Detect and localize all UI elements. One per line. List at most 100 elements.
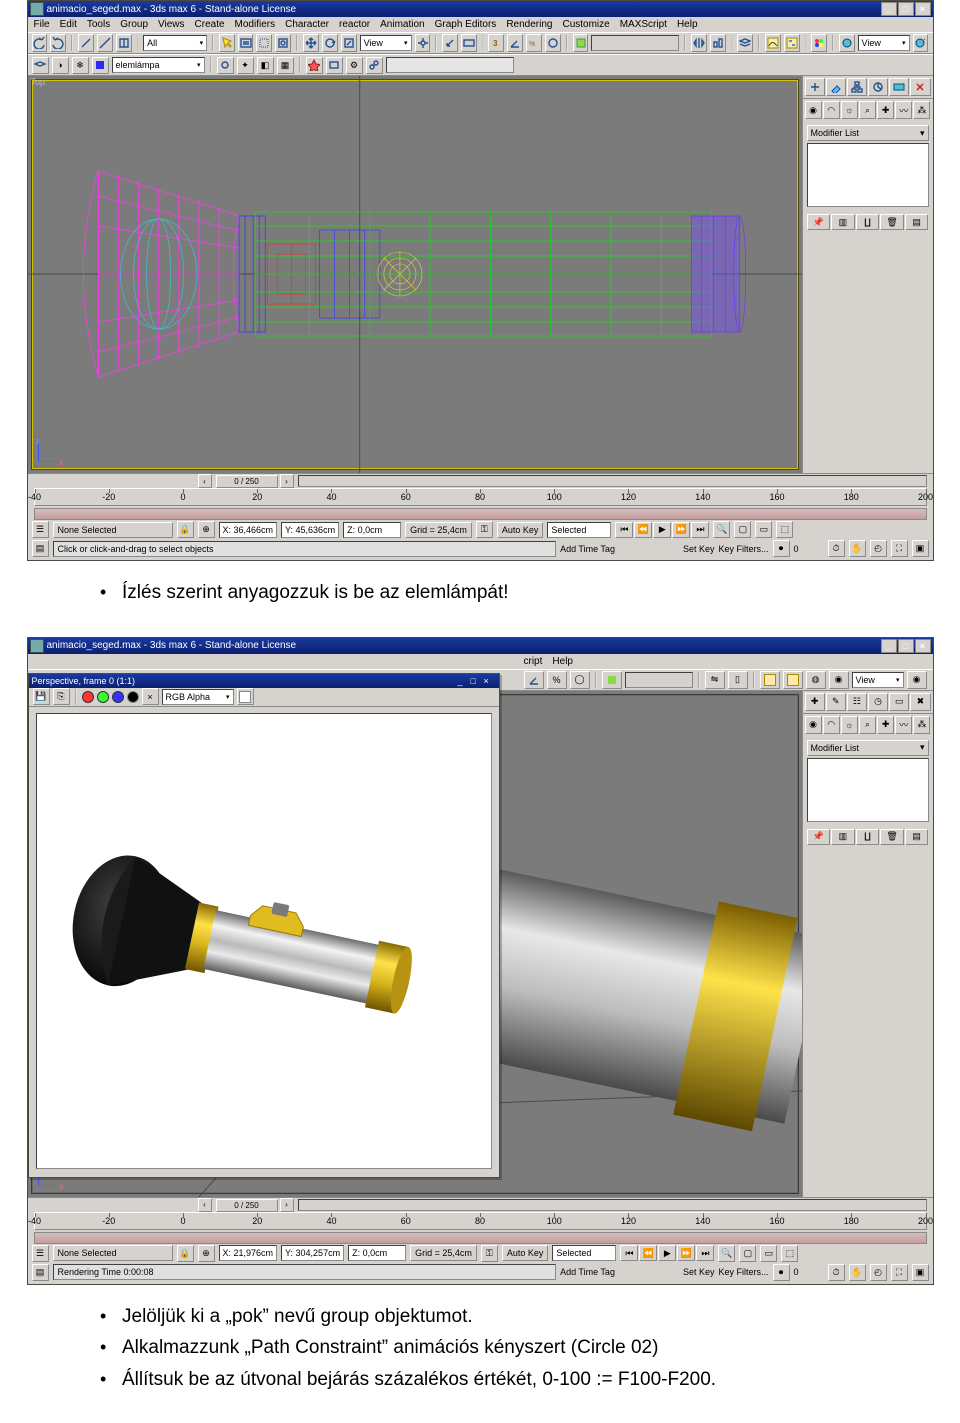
menu-maxscript[interactable]: MAXScript [620,19,667,30]
sub-space-icon[interactable]: 〰 [895,716,912,734]
material-editor-icon[interactable] [811,34,827,52]
selection-set-dropdown[interactable]: All▾ [143,35,207,51]
time-ruler-2[interactable]: -40-20020406080100120140160180200 [34,1212,927,1230]
nav-arc-icon[interactable]: ◴ [870,1264,887,1281]
reactor-tool3-icon[interactable]: ◧ [257,57,274,74]
reactor-tool4-icon[interactable]: ▦ [277,57,294,74]
sub-light-icon[interactable]: ☼ [841,101,858,119]
material-editor-icon[interactable]: ◍ [806,671,826,689]
tab-utilities-icon[interactable]: ✖ [910,693,930,711]
mirror-icon[interactable] [691,34,707,52]
manipulate-icon[interactable] [442,34,458,52]
channel-r-icon[interactable] [82,691,94,703]
curve-editor-icon[interactable] [760,671,780,689]
remove-mod-icon[interactable]: 🗑 [880,214,904,230]
next-frame-button[interactable]: › [280,1198,294,1212]
next-key-icon[interactable]: ⏩ [677,1245,695,1261]
channel-b-icon[interactable] [112,691,124,703]
tab-modify-icon[interactable] [826,78,846,96]
render-scene-icon[interactable]: ◉ [829,671,849,689]
maximize-button[interactable]: □ [898,639,914,653]
tab-hierarchy-icon[interactable] [847,78,867,96]
track-bar[interactable] [34,508,927,520]
menu-views[interactable]: Views [158,19,185,30]
next-frame-button[interactable]: › [280,474,294,488]
undo-icon[interactable] [32,34,48,52]
sub-system-icon[interactable]: ⁂ [913,101,930,119]
make-unique-icon[interactable]: ∐ [856,214,880,230]
sub-primitive-icon[interactable]: ◉ [805,101,822,119]
modifier-stack-list[interactable] [807,143,929,207]
menu-animation[interactable]: Animation [380,19,424,30]
sub-shape-icon[interactable]: ◠ [823,101,840,119]
y-field[interactable]: Y: 45,636cm [281,522,339,538]
frame-field[interactable]: 0 [794,1267,824,1277]
sub-camera-icon[interactable]: ⌕ [859,716,876,734]
select-region-icon[interactable] [256,34,272,52]
schematic-icon[interactable] [783,671,803,689]
named-selset-field[interactable] [591,35,679,51]
goto-start-icon[interactable]: ⏮ [620,1245,638,1261]
menu-character[interactable]: Character [285,19,329,30]
menu-tools[interactable]: Tools [87,19,110,30]
lock-icon[interactable]: 🔒 [177,1245,194,1262]
percent-snap-icon[interactable]: % [526,34,542,52]
spinner-snap-icon[interactable] [545,34,561,52]
remove-mod-icon[interactable]: 🗑 [880,829,904,845]
named-selection-dropdown[interactable]: elemlámpa▾ [112,57,205,73]
prompt-icon[interactable]: ☰ [32,521,49,538]
x-field[interactable]: X: 36,466cm [219,522,278,538]
keymode-dropdown[interactable]: Selected [552,1245,616,1261]
addtag-button[interactable]: Add Time Tag [560,544,615,554]
key-mode-icon[interactable]: ⏺ [773,1264,790,1281]
modifier-list-dropdown[interactable]: Modifier List▾ [807,125,929,141]
named-selset-field[interactable] [625,672,693,688]
redo-icon[interactable] [50,34,66,52]
render-close-button[interactable]: × [484,676,496,686]
time-slider-thumb[interactable]: 0 / 250 [216,475,278,488]
keyfilters-button[interactable]: Key Filters... [718,1267,768,1277]
pivot-icon[interactable] [415,34,431,52]
modifier-list-dropdown[interactable]: Modifier List▾ [807,740,929,756]
z-field[interactable]: Z: 0,0cm [343,522,401,538]
nav-fov-icon[interactable]: ▭ [760,1245,777,1262]
key-icon[interactable]: ⚿ [476,521,493,538]
move-icon[interactable] [303,34,319,52]
render-min-button[interactable]: _ [458,676,470,686]
goto-end-icon[interactable]: ⏭ [691,522,709,538]
close-button[interactable]: × [915,639,931,653]
nav-minmax-icon[interactable]: ⛶ [891,1264,908,1281]
swatch-icon[interactable] [237,688,254,705]
layer-tool2-icon[interactable]: ◑ [52,57,69,74]
named-selset-icon[interactable] [602,671,622,689]
x-field[interactable]: X: 21,976cm [219,1245,278,1261]
tab-utilities-icon[interactable] [910,78,930,96]
tab-hierarchy-icon[interactable]: ☷ [847,693,867,711]
select-icon[interactable] [219,34,235,52]
keyfilters-button[interactable]: Key Filters... [718,544,768,554]
nav-pan-icon[interactable]: ✋ [849,540,866,557]
maximize-button[interactable]: □ [898,2,914,16]
menu-script-partial[interactable]: cript [524,656,543,667]
listener-icon[interactable]: ▤ [32,1264,49,1281]
channel-mono-icon[interactable] [127,691,139,703]
autokey-button[interactable]: Auto Key [502,1245,549,1261]
show-result-icon[interactable]: ▥ [831,829,855,845]
render-view-dropdown[interactable]: View▾ [852,672,904,688]
layer-tool-icon[interactable] [32,57,49,74]
play-icon[interactable]: ▶ [658,1245,676,1261]
configure-icon[interactable]: ▤ [905,214,929,230]
pin-stack-icon[interactable]: 📌 [807,214,831,230]
addtag-button[interactable]: Add Time Tag [560,1267,615,1277]
time-ruler[interactable]: -40-20020406080100120140160180200 [34,488,927,506]
nav-arc-icon[interactable]: ◴ [870,540,887,557]
reactor-tool2-icon[interactable]: ✦ [237,57,254,74]
menu-modifiers[interactable]: Modifiers [235,19,276,30]
schematic-icon[interactable] [784,34,800,52]
menu-group[interactable]: Group [120,19,148,30]
tab-create-icon[interactable]: ✚ [805,693,825,711]
goto-start-icon[interactable]: ⏮ [615,522,633,538]
extras4-icon[interactable] [366,57,383,74]
mirror-icon[interactable]: ⇋ [705,671,725,689]
unlink-icon[interactable] [97,34,113,52]
